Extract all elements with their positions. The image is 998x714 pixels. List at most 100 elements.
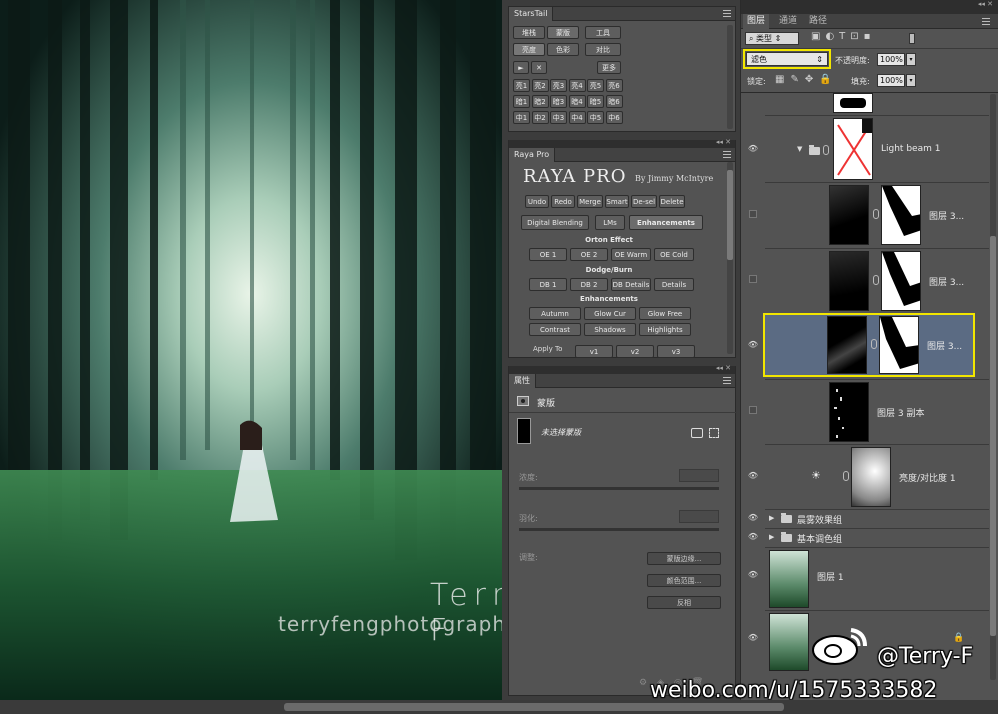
orton-button[interactable]: OE 2 <box>570 248 608 261</box>
enhancement-button[interactable]: Glow Free <box>639 307 691 320</box>
layer-group-row[interactable]: ▼ Light beam 1 <box>765 115 989 181</box>
tab-properties[interactable]: 属性 <box>509 374 536 388</box>
panel-menu-icon[interactable] <box>723 10 731 17</box>
preset-button[interactable]: 亮3 <box>550 79 567 92</box>
scrollbar-thumb[interactable] <box>727 170 733 260</box>
layer-row[interactable]: 图层 1 <box>765 547 989 609</box>
tools-button[interactable]: 工具 <box>585 26 621 39</box>
preset-button[interactable]: 暗6 <box>605 95 623 108</box>
layer-row[interactable]: 图层 3... <box>765 182 989 247</box>
adjustment-layer-row[interactable]: ☀ 亮度/对比度 1 <box>765 444 989 508</box>
preset-button[interactable]: 亮1 <box>513 79 530 92</box>
raya-tool-button[interactable]: Merge <box>577 195 603 208</box>
dodge-burn-button[interactable]: DB Details <box>611 278 651 291</box>
raya-tool-button[interactable]: De-sel <box>631 195 657 208</box>
filter-icons[interactable]: ▣◐T⊡▪ <box>811 31 875 42</box>
lock-icons[interactable]: ▦✎✥🔒 <box>775 74 838 85</box>
scrollbar[interactable] <box>727 25 733 129</box>
collapse-arrow-icon[interactable]: ▶ <box>769 514 774 522</box>
tab-channels[interactable]: 通道 <box>775 14 801 29</box>
apply-to-button[interactable]: v2 <box>616 345 654 358</box>
mask-edge-button[interactable]: 蒙版边缘... <box>647 552 721 565</box>
expand-arrow-icon[interactable]: ▼ <box>797 145 802 153</box>
dodge-burn-button[interactable]: DB 2 <box>570 278 608 291</box>
opacity-dropdown[interactable]: ▾ <box>906 53 916 66</box>
opacity-field[interactable]: 100% <box>877 53 905 66</box>
preset-button[interactable]: 暗2 <box>531 95 549 108</box>
apply-to-button[interactable]: v3 <box>657 345 695 358</box>
fill-field[interactable]: 100% <box>877 74 905 87</box>
preset-button[interactable]: 亮2 <box>531 79 549 92</box>
preset-button[interactable]: 亮6 <box>605 79 623 92</box>
raya-tool-button[interactable]: Delete <box>659 195 685 208</box>
feather-field[interactable] <box>679 510 719 523</box>
layer-row[interactable]: 图层 3... <box>765 248 989 312</box>
blend-mode-select[interactable]: 滤色 ⇕ <box>746 52 828 66</box>
preset-button[interactable]: 中5 <box>587 111 604 124</box>
visibility-eye-icon[interactable]: 👁 <box>747 339 759 351</box>
visibility-eye-icon[interactable]: 👁 <box>747 531 759 543</box>
mask-thumbnail[interactable] <box>517 418 531 444</box>
luminosity-button[interactable]: 亮度 <box>513 43 545 56</box>
tab-digital-blending[interactable]: Digital Blending <box>521 215 589 230</box>
feather-slider[interactable] <box>519 528 719 531</box>
preset-button[interactable]: 中3 <box>550 111 567 124</box>
vector-mask-icon[interactable] <box>709 428 719 438</box>
invert-button[interactable]: 反相 <box>647 596 721 609</box>
raya-tool-button[interactable]: Redo <box>551 195 575 208</box>
preset-button[interactable]: 中4 <box>568 111 586 124</box>
layer-group-row[interactable]: ▶ 基本调色组 <box>765 528 989 546</box>
visibility-eye-icon[interactable]: 👁 <box>747 470 759 482</box>
visibility-eye-icon[interactable]: 👁 <box>747 569 759 581</box>
preset-button[interactable]: 亮4 <box>568 79 586 92</box>
mask-button[interactable]: 蒙版 <box>547 26 579 39</box>
preset-button[interactable]: 中1 <box>513 111 530 124</box>
preset-button[interactable]: 暗4 <box>568 95 586 108</box>
filter-kind-select[interactable]: ⌕ 类型 ⇕ <box>745 32 799 45</box>
more-button[interactable]: 更多 <box>597 61 621 74</box>
dodge-burn-button[interactable]: Details <box>654 278 694 291</box>
orton-button[interactable]: OE 1 <box>529 248 567 261</box>
preset-button[interactable]: 暗5 <box>587 95 604 108</box>
layer-group-row[interactable]: ▶ 晨雾效果组 <box>765 509 989 527</box>
play-button[interactable]: ► <box>513 61 529 74</box>
tab-lms[interactable]: LMs <box>595 215 625 230</box>
panel-menu-icon[interactable] <box>982 18 990 25</box>
preset-button[interactable]: 暗1 <box>513 95 530 108</box>
tab-starstail[interactable]: StarsTail <box>509 7 554 21</box>
raya-tool-button[interactable]: Undo <box>525 195 549 208</box>
enhancement-button[interactable]: Autumn <box>529 307 581 320</box>
document-canvas[interactable]: Terry F terryfengphotography.lofter.com <box>0 0 502 700</box>
preset-button[interactable]: 中6 <box>605 111 623 124</box>
tab-paths[interactable]: 路径 <box>805 14 831 29</box>
layer-row-selected[interactable]: 图层 3... <box>763 313 975 377</box>
raya-tool-button[interactable]: Smart <box>605 195 629 208</box>
layers-scrollbar-thumb[interactable] <box>990 236 996 636</box>
visibility-eye-icon[interactable]: 👁 <box>747 632 759 644</box>
enhancement-button[interactable]: Shadows <box>584 323 636 336</box>
visibility-box[interactable] <box>749 406 757 414</box>
orton-button[interactable]: OE Warm <box>611 248 651 261</box>
pixel-mask-icon[interactable] <box>691 428 703 438</box>
stop-button[interactable]: ✕ <box>531 61 547 74</box>
visibility-eye-icon[interactable]: 👁 <box>747 143 759 155</box>
enhancement-button[interactable]: Glow Cur <box>584 307 636 320</box>
visibility-eye-icon[interactable]: 👁 <box>747 512 759 524</box>
density-field[interactable] <box>679 469 719 482</box>
color-button[interactable]: 色彩 <box>547 43 579 56</box>
contrast-button[interactable]: 对比 <box>585 43 621 56</box>
tab-layers[interactable]: 图层 <box>743 14 770 29</box>
preset-button[interactable]: 中2 <box>531 111 549 124</box>
preset-button[interactable]: 暗3 <box>550 95 567 108</box>
horizontal-scrollbar[interactable] <box>284 703 784 711</box>
orton-button[interactable]: OE Cold <box>654 248 694 261</box>
collapse-arrow-icon[interactable]: ▶ <box>769 533 774 541</box>
panel-menu-icon[interactable] <box>723 151 731 158</box>
layer-row[interactable]: 图层 3 副本 <box>765 379 989 443</box>
apply-to-button[interactable]: v1 <box>575 345 613 358</box>
visibility-box[interactable] <box>749 210 757 218</box>
tab-enhancements[interactable]: Enhancements <box>629 215 703 230</box>
fill-dropdown[interactable]: ▾ <box>906 74 916 87</box>
filter-toggle[interactable] <box>909 33 915 44</box>
preset-button[interactable]: 亮5 <box>587 79 604 92</box>
